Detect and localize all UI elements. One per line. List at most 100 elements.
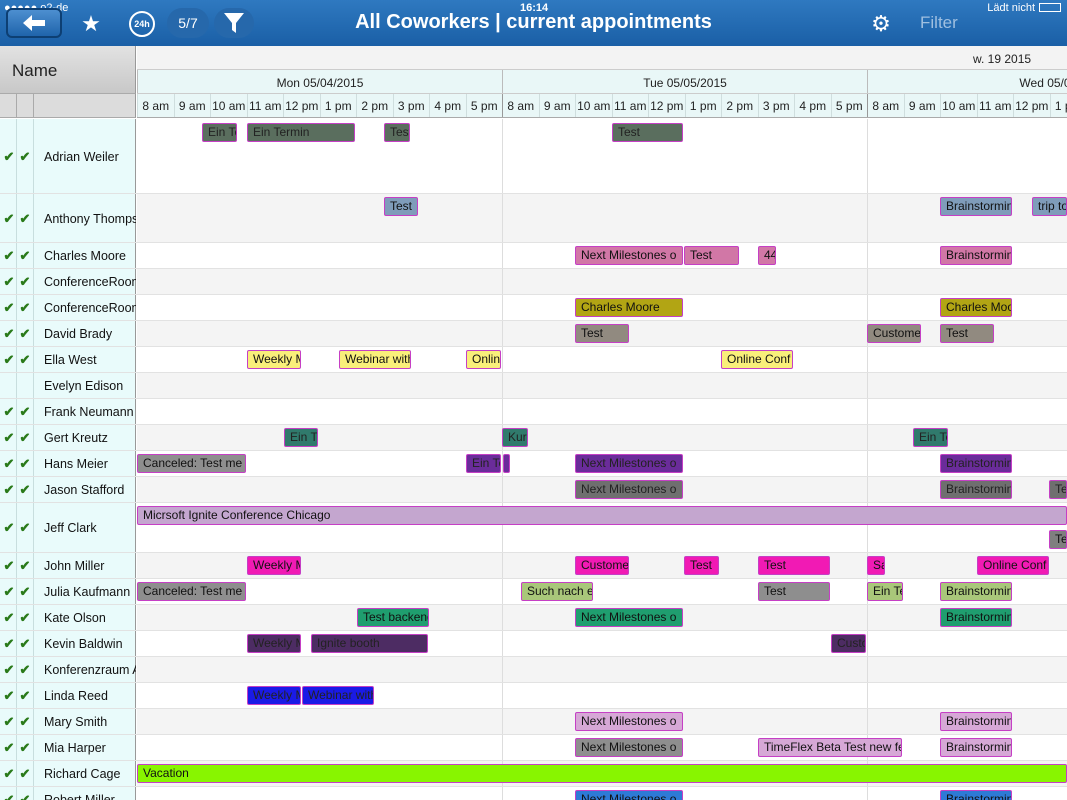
resource-row[interactable]: ✔ ✔ Konferenzraum A — [0, 657, 1067, 683]
resource-row[interactable]: ✔✔ John Miller Weekly Meeting Customer Test T… — [0, 553, 1067, 579]
appointment-block[interactable]: Canceled: Test me — [137, 582, 246, 601]
resource-row[interactable]: ✔ ✔ Kate Olson Test backend Next Milestones … — [0, 605, 1067, 631]
appointment-block[interactable]: Webinar with — [339, 350, 411, 369]
resource-row[interactable]: ✔ ✔ David Brady Test Customer Test — [0, 321, 1067, 347]
checkmark-icon[interactable]: ✔ — [2, 149, 16, 165]
timeline-lane[interactable]: Test Brainstorming trip to — [137, 194, 1067, 242]
resource-cell[interactable]: ✔ ✔ Mia Harper — [0, 735, 136, 760]
checkmark-icon[interactable]: ✔ — [2, 688, 16, 704]
resource-row[interactable]: ✔ ✔ Jeff Clark Micrsoft Ignite Conference C… — [0, 503, 1067, 553]
checkmark-icon[interactable]: ✔ — [18, 584, 32, 600]
checkmark-icon[interactable]: ✔ — [18, 404, 32, 420]
appointment-block[interactable]: Brainstorming — [940, 246, 1012, 265]
resource-cell[interactable]: ✔✔ ConferenceRoom 2 — [0, 295, 136, 320]
appointment-block[interactable]: Customer — [867, 324, 921, 343]
checkmark-icon[interactable]: ✔ — [2, 610, 16, 626]
resource-cell[interactable]: Evelyn Edison — [0, 373, 136, 398]
checkmark-icon[interactable]: ✔ — [18, 714, 32, 730]
appointment-block[interactable]: Te — [1049, 480, 1067, 499]
resource-cell[interactable]: ✔ ✔ John Miller — [0, 553, 136, 578]
schedule-grid[interactable]: ✔✔Adrian WeilerEin TerminEin TerminTestT… — [0, 119, 1067, 800]
appointment-block[interactable]: Sa — [867, 556, 885, 575]
timeline-lane[interactable]: Ein Termin Ein Termin Test Test — [137, 119, 1067, 193]
resource-row[interactable]: ✔✔ Gert Kreutz Ein Termin Kurz Ein Termin — [0, 425, 1067, 451]
timeline-lane[interactable]: Canceled: Test me Ein Termin Next Mileston… — [137, 451, 1067, 476]
resource-row[interactable]: ✔ ✔ Frank Neumann — [0, 399, 1067, 425]
checkmark-icon[interactable]: ✔ — [2, 482, 16, 498]
checkmark-icon[interactable]: ✔ — [18, 430, 32, 446]
page-indicator[interactable]: 5/7 — [167, 8, 209, 38]
appointment-block[interactable]: Next Milestones o — [575, 246, 683, 265]
appointment-block[interactable]: Micrsoft Ignite Conference Chicago — [137, 506, 1067, 525]
appointment-block[interactable]: Ignite booth — [311, 634, 428, 653]
appointment-block[interactable]: Customer — [831, 634, 866, 653]
appointment-block[interactable]: Ein Termin — [284, 428, 318, 447]
timeline-lane[interactable]: Canceled: Test me Such nach einem Test Ein … — [137, 579, 1067, 604]
24h-icon[interactable]: 24h — [129, 11, 155, 37]
timeline-lane[interactable]: Test Customer Test — [137, 321, 1067, 346]
checkmark-icon[interactable]: ✔ — [18, 520, 32, 536]
appointment-block[interactable]: Online Conf — [977, 556, 1049, 575]
resource-cell[interactable]: ✔ ✔ Kevin Baldwin — [0, 631, 136, 656]
checkmark-icon[interactable]: ✔ — [18, 482, 32, 498]
checkmark-icon[interactable]: ✔ — [18, 792, 32, 800]
resource-row[interactable]: ✔✔ Anthony Thompson Test Brainstorming trip … — [0, 194, 1067, 243]
checkmark-icon[interactable]: ✔ — [2, 300, 16, 316]
timeline-lane[interactable]: Next Milestones o Brainstorming Te — [137, 477, 1067, 502]
appointment-block[interactable]: Brainstorming — [940, 480, 1012, 499]
appointment-block[interactable]: Test — [684, 556, 719, 575]
appointment-block[interactable]: TimeFlex Beta Test new fe — [758, 738, 902, 757]
resource-cell[interactable]: ✔✔ ConferenceRoom 1 — [0, 269, 136, 294]
checkmark-icon[interactable]: ✔ — [2, 520, 16, 536]
checkmark-icon[interactable]: ✔ — [18, 248, 32, 264]
appointment-block[interactable]: Customer — [575, 556, 629, 575]
timeline-lane[interactable]: Next Milestones o TimeFlex Beta Test new … — [137, 735, 1067, 760]
appointment-block[interactable]: Test — [758, 582, 830, 601]
day-label[interactable]: Tue 05/05/2015 — [502, 70, 867, 93]
resource-row[interactable]: ✔✔ConferenceRoom 2Charles MooreCharles M… — [0, 295, 1067, 321]
appointment-block[interactable] — [503, 454, 510, 473]
filter-button[interactable]: Filter — [920, 13, 958, 33]
resource-cell[interactable]: ✔ ✔ Gert Kreutz — [0, 425, 136, 450]
checkmark-icon[interactable]: ✔ — [2, 714, 16, 730]
checkmark-icon[interactable]: ✔ — [18, 636, 32, 652]
name-column-header[interactable]: Name — [0, 46, 136, 94]
checkmark-icon[interactable]: ✔ — [2, 248, 16, 264]
checkmark-icon[interactable]: ✔ — [2, 740, 16, 756]
checkmark-icon[interactable]: ✔ — [2, 636, 16, 652]
checkmark-icon[interactable]: ✔ — [2, 792, 16, 800]
appointment-block[interactable]: Vacation — [137, 764, 1067, 783]
resource-row[interactable]: ✔✔ Ella West Weekly Meeting Webinar with Onl… — [0, 347, 1067, 373]
checkmark-icon[interactable]: ✔ — [18, 300, 32, 316]
appointment-block[interactable]: Ein Termin — [247, 123, 355, 142]
back-button[interactable] — [6, 8, 62, 38]
resource-cell[interactable]: ✔ ✔ Mary Smith — [0, 709, 136, 734]
appointment-block[interactable]: Next Milestones o — [575, 480, 683, 499]
appointment-block[interactable]: Test — [684, 246, 739, 265]
resource-cell[interactable]: ✔ ✔ Kate Olson — [0, 605, 136, 630]
resource-cell[interactable]: ✔✔ Anthony Thompson — [0, 194, 136, 242]
appointment-block[interactable]: trip to — [1032, 197, 1067, 216]
appointment-block[interactable]: Such nach einem — [521, 582, 593, 601]
resource-row[interactable]: ✔ ✔ Mia Harper Next Milestones o TimeFlex Be… — [0, 735, 1067, 761]
appointment-block[interactable]: Test — [612, 123, 683, 142]
resource-row[interactable]: ✔ ✔ Robert Miller Next Milestones o Brainsto… — [0, 787, 1067, 800]
timeline-lane[interactable] — [137, 399, 1067, 424]
appointment-block[interactable]: Te — [1049, 530, 1067, 549]
timeline-lane[interactable]: Weekly Meeting Customer Test Test Sa Online C… — [137, 553, 1067, 578]
favorites-star-icon[interactable]: ★ — [76, 9, 106, 39]
checkmark-icon[interactable]: ✔ — [18, 211, 32, 227]
checkmark-icon[interactable]: ✔ — [2, 766, 16, 782]
appointment-block[interactable]: Test — [384, 197, 418, 216]
resource-row[interactable]: ✔✔ Hans Meier Canceled: Test me Ein Termin N… — [0, 451, 1067, 477]
appointment-block[interactable]: Ein Termin — [202, 123, 237, 142]
checkmark-icon[interactable]: ✔ — [18, 558, 32, 574]
appointment-block[interactable]: Next Milestones o — [575, 712, 683, 731]
checkmark-icon[interactable]: ✔ — [2, 430, 16, 446]
day-label[interactable]: Mon 05/04/2015 — [137, 70, 502, 93]
appointment-block[interactable]: Test — [940, 324, 994, 343]
checkmark-icon[interactable]: ✔ — [18, 766, 32, 782]
timeline-lane[interactable]: Next Milestones oTest 44 Brainstorming — [137, 243, 1067, 268]
timeline-lane[interactable] — [137, 657, 1067, 682]
checkmark-icon[interactable]: ✔ — [2, 326, 16, 342]
